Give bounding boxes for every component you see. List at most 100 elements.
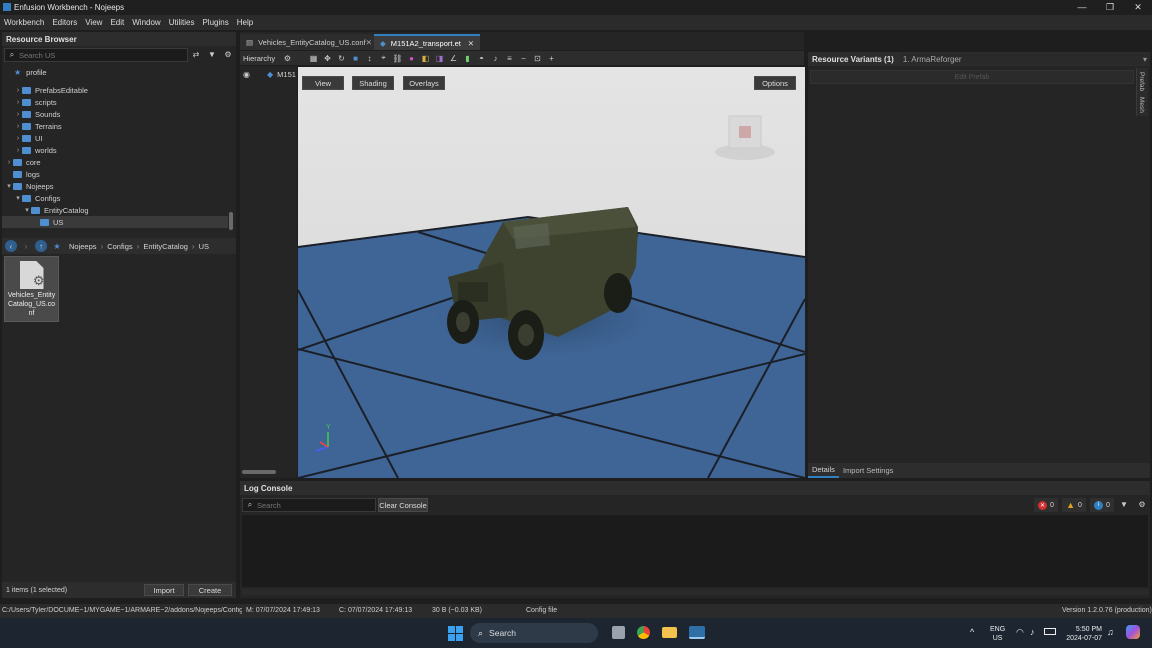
taskbar-search[interactable]: ⌕ Search: [470, 623, 598, 643]
log-search-input[interactable]: Search: [257, 501, 281, 510]
viewport-3d[interactable]: Y View Shading Overlays Options: [298, 67, 805, 478]
back-icon[interactable]: ‹: [5, 240, 17, 252]
light-icon[interactable]: ◧: [419, 52, 432, 65]
clock[interactable]: 5:50 PM 2024-07-07: [1064, 625, 1102, 643]
tree-item[interactable]: logs: [2, 168, 228, 180]
variant-dropdown[interactable]: 1. ArmaReforger ▾: [899, 53, 1150, 65]
breadcrumb-configs[interactable]: Configs: [107, 242, 132, 251]
list-icon[interactable]: ≡: [503, 52, 516, 65]
menu-utilities[interactable]: Utilities: [165, 18, 199, 27]
scale-icon[interactable]: ↕: [363, 52, 376, 65]
chevron-icon[interactable]: ›: [14, 111, 22, 118]
chevron-icon[interactable]: ▾: [23, 206, 31, 214]
file-explorer-icon[interactable]: [662, 627, 677, 638]
tree-item[interactable]: › UI: [2, 132, 228, 144]
chevron-icon[interactable]: ›: [5, 159, 13, 166]
error-filter[interactable]: ✕ 0: [1034, 498, 1058, 512]
maximize-button[interactable]: ❐: [1096, 0, 1124, 14]
info-filter[interactable]: i 0: [1090, 498, 1114, 512]
tree-item[interactable]: ▾ EntityCatalog: [2, 204, 228, 216]
edit-prefab-button[interactable]: Edit Prefab: [810, 70, 1134, 84]
windows-start-icon[interactable]: [448, 626, 463, 641]
close-tab-icon[interactable]: ✕: [366, 38, 372, 47]
tab-import-settings[interactable]: Import Settings: [839, 466, 897, 475]
menu-window[interactable]: Window: [128, 18, 164, 27]
zoom-in-icon[interactable]: +: [545, 52, 558, 65]
tree-item[interactable]: › core: [2, 156, 228, 168]
forward-icon[interactable]: ›: [20, 242, 32, 251]
side-tab-prefab[interactable]: Prefab: [1138, 72, 1145, 91]
rotate-icon[interactable]: ↻: [335, 52, 348, 65]
angle-icon[interactable]: ∠: [447, 52, 460, 65]
grid-icon[interactable]: ▦: [307, 52, 320, 65]
overlays-button[interactable]: Overlays: [403, 76, 445, 90]
tree-item[interactable]: › PrefabsEditable: [2, 84, 228, 96]
resource-search-input[interactable]: Search US: [19, 51, 55, 60]
chevron-icon[interactable]: ›: [14, 123, 22, 130]
gear-icon[interactable]: ⚙: [222, 50, 234, 59]
eye-icon[interactable]: ◉: [243, 70, 257, 79]
zoom-out-icon[interactable]: −: [517, 52, 530, 65]
volume-icon[interactable]: ♪: [1030, 627, 1035, 637]
filter-icon[interactable]: ▼: [206, 50, 218, 59]
copilot-icon[interactable]: [1126, 625, 1140, 639]
clear-console-button[interactable]: Clear Console: [378, 498, 428, 512]
wifi-icon[interactable]: ◠: [1016, 627, 1024, 638]
fit-icon[interactable]: ⊡: [531, 52, 544, 65]
tree-item[interactable]: ▾ Configs: [2, 192, 228, 204]
chrome-icon[interactable]: [637, 626, 650, 639]
tree-item[interactable]: › scripts: [2, 96, 228, 108]
bookmark-star-icon[interactable]: ★: [51, 242, 63, 251]
breadcrumb-nojeeps[interactable]: Nojeeps: [69, 242, 97, 251]
gear-icon[interactable]: ⚙: [281, 52, 294, 65]
side-tab-mesh[interactable]: Mesh: [1138, 97, 1145, 113]
tree-item[interactable]: US: [2, 216, 228, 228]
menu-plugins[interactable]: Plugins: [198, 18, 232, 27]
chevron-icon[interactable]: ›: [14, 147, 22, 154]
language-indicator[interactable]: ENG US: [990, 625, 1005, 643]
warning-filter[interactable]: ▲ 0: [1062, 498, 1086, 512]
chevron-icon[interactable]: ›: [14, 87, 22, 94]
task-view-icon[interactable]: [612, 626, 625, 639]
shading-button[interactable]: Shading: [352, 76, 394, 90]
chevron-icon[interactable]: ▾: [5, 182, 13, 190]
chevron-icon[interactable]: ▾: [14, 194, 22, 202]
effect-icon[interactable]: ◨: [433, 52, 446, 65]
filter-icon[interactable]: ▼: [1118, 500, 1130, 509]
tab-m151a2-transport[interactable]: ◆ M151A2_transport.et ✕: [374, 34, 480, 50]
cube-icon[interactable]: ■: [349, 52, 362, 65]
tree-item[interactable]: › Terrains: [2, 120, 228, 132]
tree-item[interactable]: › worlds: [2, 144, 228, 156]
menu-workbench[interactable]: Workbench: [0, 18, 48, 27]
close-window-button[interactable]: ✕: [1124, 0, 1152, 14]
favorite-profile[interactable]: ★ profile: [2, 66, 236, 78]
snap-icon[interactable]: ⌖: [377, 52, 390, 65]
breadcrumb-entitycatalog[interactable]: EntityCatalog: [143, 242, 188, 251]
create-button[interactable]: Create: [188, 584, 232, 596]
tree-item[interactable]: ▾ Nojeeps: [2, 180, 228, 192]
chevron-icon[interactable]: ›: [14, 135, 22, 142]
log-scrollbar[interactable]: [242, 589, 1148, 595]
minimize-button[interactable]: —: [1068, 0, 1096, 14]
hierarchy-item-m151[interactable]: M151: [277, 70, 296, 79]
import-button[interactable]: Import: [144, 584, 184, 596]
link-icon[interactable]: ⛓: [391, 52, 404, 65]
tree-scrollbar[interactable]: [229, 212, 233, 230]
sync-icon[interactable]: ⇄: [190, 50, 202, 59]
options-button[interactable]: Options: [754, 76, 796, 90]
battery-icon[interactable]: [1044, 628, 1056, 635]
menu-help[interactable]: Help: [233, 18, 257, 27]
chevron-icon[interactable]: ›: [14, 99, 22, 106]
tab-details[interactable]: Details: [808, 463, 839, 478]
file-tile[interactable]: ⚙ Vehicles_Entity Catalog_US.co nf: [4, 256, 59, 322]
menu-editors[interactable]: Editors: [48, 18, 81, 27]
view-button[interactable]: View: [302, 76, 344, 90]
workbench-taskbar-icon[interactable]: [689, 626, 705, 639]
resource-search[interactable]: ⌕ Search US: [4, 48, 188, 62]
move-icon[interactable]: ✥: [321, 52, 334, 65]
up-icon[interactable]: ↑: [35, 240, 47, 252]
log-search[interactable]: ⌕ Search: [242, 498, 376, 512]
log-output[interactable]: [242, 515, 1148, 587]
tree-item[interactable]: › Sounds: [2, 108, 228, 120]
tab-vehicles-config[interactable]: ▤ Vehicles_EntityCatalog_US.conf ✕: [240, 34, 374, 50]
